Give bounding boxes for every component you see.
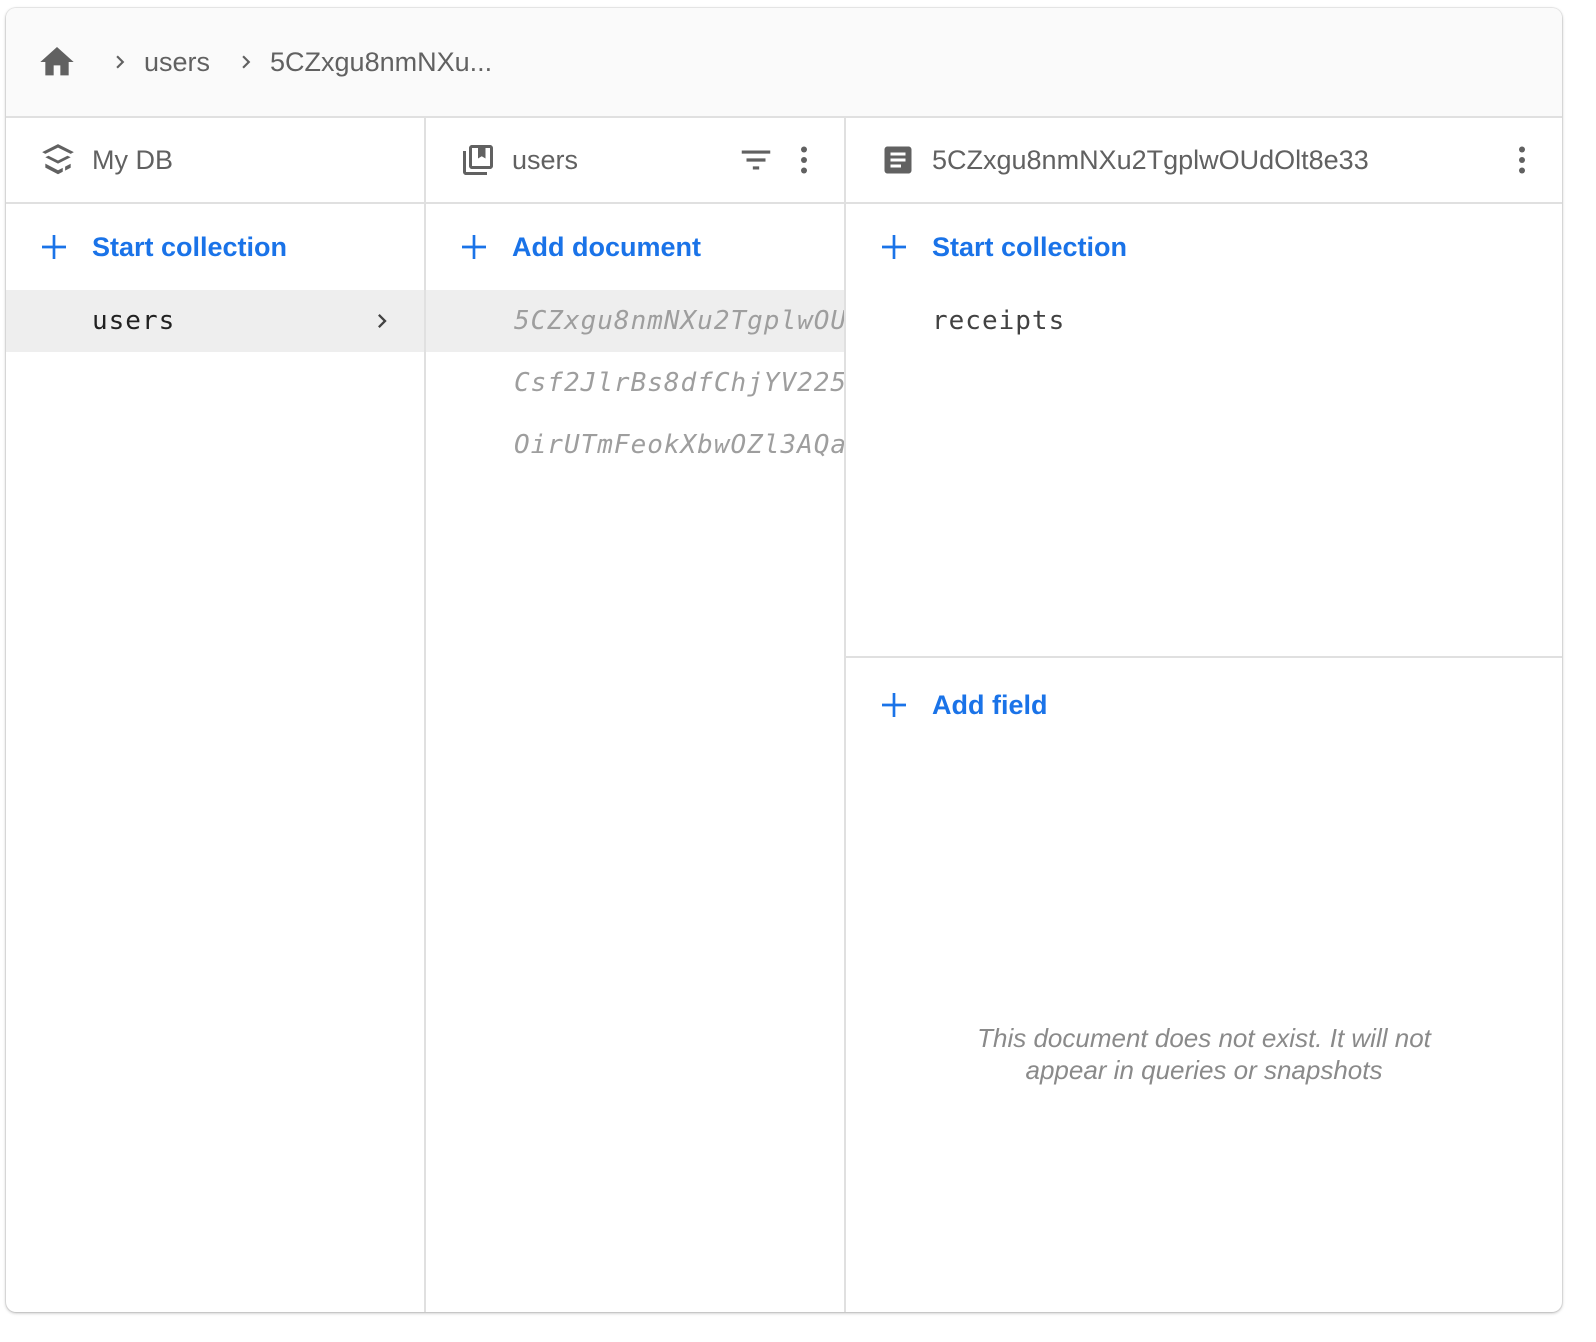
collection-icon bbox=[458, 140, 498, 180]
more-vert-icon[interactable] bbox=[1500, 138, 1544, 182]
chevron-right-icon bbox=[378, 314, 387, 328]
firestore-stack-icon bbox=[38, 140, 78, 180]
database-title: My DB bbox=[92, 144, 173, 175]
collection-header-actions bbox=[730, 118, 826, 202]
database-panel: My DB Start collection users bbox=[6, 118, 426, 1312]
empty-message-line: This document does not exist. It will no… bbox=[977, 1023, 1431, 1053]
filter-icon[interactable] bbox=[734, 138, 778, 182]
add-field-button[interactable]: Add field bbox=[846, 662, 1562, 748]
plus-icon bbox=[36, 229, 72, 265]
collection-item-users[interactable]: users bbox=[6, 290, 424, 352]
document-item[interactable]: OirUTmFeokXbwOZl3AQa bbox=[426, 414, 844, 476]
subcollection-name: receipts bbox=[932, 306, 1066, 336]
document-header-actions bbox=[1496, 118, 1544, 202]
chevron-right-icon bbox=[106, 48, 134, 76]
document-title: 5CZxgu8nmNXu2TgplwOUdOlt8e33 bbox=[932, 144, 1369, 175]
breadcrumb-users[interactable]: users bbox=[144, 47, 210, 78]
start-collection-label: Start collection bbox=[92, 231, 288, 262]
collection-title: users bbox=[512, 144, 579, 175]
document-id: OirUTmFeokXbwOZl3AQa bbox=[514, 430, 846, 460]
plus-icon bbox=[876, 229, 912, 265]
firestore-data-viewer: users 5CZxgu8nmNXu... My DB Start collec… bbox=[6, 8, 1562, 1312]
chevron-right-icon bbox=[232, 48, 260, 76]
database-panel-header: My DB bbox=[6, 118, 424, 204]
subcollection-item-receipts[interactable]: receipts bbox=[846, 290, 1562, 352]
subcollections-section: Start collection receipts bbox=[846, 204, 1562, 658]
collection-name: users bbox=[92, 306, 176, 336]
collection-panel-header: users bbox=[426, 118, 844, 204]
document-icon bbox=[878, 140, 918, 180]
home-icon[interactable] bbox=[36, 41, 78, 83]
start-collection-button[interactable]: Start collection bbox=[6, 204, 424, 290]
start-collection-label: Start collection bbox=[932, 231, 1128, 262]
document-id: 5CZxgu8nmNXu2TgplwOU bbox=[514, 306, 846, 336]
more-vert-icon[interactable] bbox=[782, 138, 826, 182]
document-panel-header: 5CZxgu8nmNXu2TgplwOUdOlt8e33 bbox=[846, 118, 1562, 204]
empty-message-line: appear in queries or snapshots bbox=[1025, 1055, 1383, 1085]
breadcrumb-document[interactable]: 5CZxgu8nmNXu... bbox=[270, 47, 492, 78]
document-empty-message: This document does not exist. It will no… bbox=[846, 1022, 1562, 1086]
breadcrumb: users 5CZxgu8nmNXu... bbox=[6, 8, 1562, 118]
add-document-button[interactable]: Add document bbox=[426, 204, 844, 290]
plus-icon bbox=[456, 229, 492, 265]
plus-icon bbox=[876, 687, 912, 723]
fields-section: Add field This document does not exist. … bbox=[846, 662, 1562, 1262]
document-item[interactable]: 5CZxgu8nmNXu2TgplwOU bbox=[426, 290, 844, 352]
document-id: Csf2JlrBs8dfChjYV225 bbox=[514, 368, 846, 398]
add-field-label: Add field bbox=[932, 689, 1048, 720]
panels: My DB Start collection users users Add d… bbox=[6, 118, 1562, 1312]
add-document-label: Add document bbox=[512, 231, 701, 262]
document-item[interactable]: Csf2JlrBs8dfChjYV225 bbox=[426, 352, 844, 414]
document-panel: 5CZxgu8nmNXu2TgplwOUdOlt8e33 Start colle… bbox=[846, 118, 1562, 1312]
collection-panel: users Add document 5CZxgu8nmNXu2TgplwOU bbox=[426, 118, 846, 1312]
start-subcollection-button[interactable]: Start collection bbox=[846, 204, 1562, 290]
